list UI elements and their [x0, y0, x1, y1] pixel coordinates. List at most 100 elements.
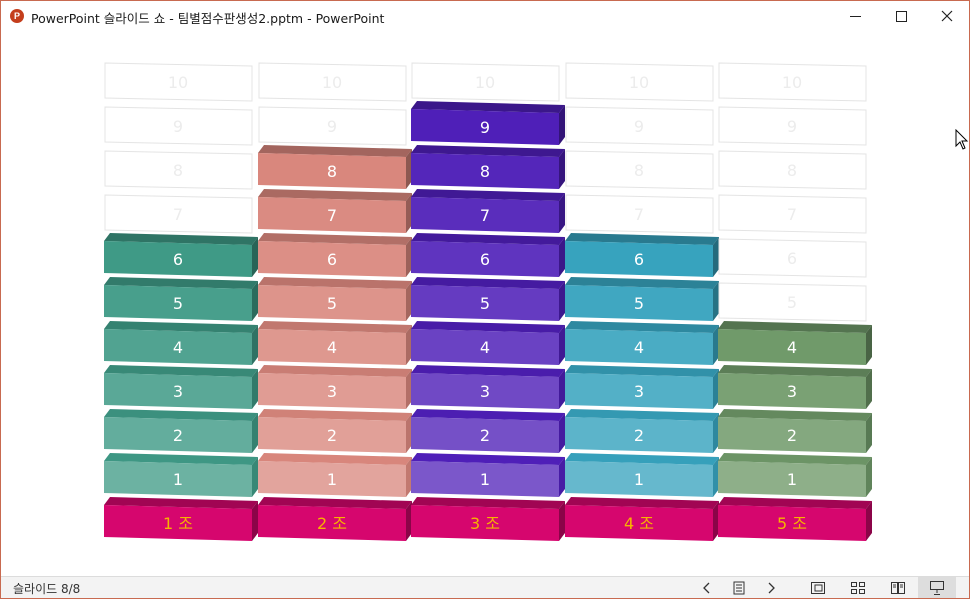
slide-indicator: 슬라이드 8/8 — [13, 582, 81, 596]
score-block: 9 — [411, 101, 565, 145]
minimize-icon — [849, 15, 861, 17]
mouse-pointer-icon — [955, 129, 969, 150]
empty-score-slot: 7 — [104, 194, 253, 234]
svg-text:6: 6 — [787, 249, 797, 268]
score-block: 6 — [411, 233, 565, 277]
score-block-label: 1 — [634, 470, 644, 489]
svg-text:7: 7 — [634, 205, 644, 224]
score-block: 5 — [104, 277, 258, 321]
slide-menu-icon — [733, 581, 745, 595]
score-block-label: 5 — [173, 294, 183, 313]
minimize-button[interactable] — [832, 1, 878, 31]
score-block-label: 6 — [173, 250, 183, 269]
score-block: 1 — [718, 453, 872, 497]
empty-score-slot: 9 — [258, 106, 407, 146]
score-block: 1 — [411, 453, 565, 497]
reading-view-button[interactable] — [884, 577, 912, 598]
reading-view-icon — [891, 582, 905, 594]
score-block-label: 4 — [634, 338, 644, 357]
next-slide-icon — [768, 582, 775, 594]
team-label-block-label: 2 조 — [317, 514, 347, 533]
score-block-label: 8 — [327, 162, 337, 181]
score-block-label: 1 — [327, 470, 337, 489]
title-bar[interactable]: P PowerPoint 슬라이드 쇼 - 팀별점수판생성2.pptm - Po… — [1, 1, 969, 31]
score-block: 1 — [258, 453, 412, 497]
status-bar: 슬라이드 8/8 — [1, 576, 969, 598]
svg-text:10: 10 — [168, 73, 188, 92]
empty-score-slot: 10 — [258, 62, 407, 102]
score-block-label: 6 — [480, 250, 490, 269]
score-block: 3 — [258, 365, 412, 409]
slide-sorter-button[interactable] — [844, 577, 872, 598]
svg-text:9: 9 — [173, 117, 183, 136]
score-block: 6 — [258, 233, 412, 277]
slideshow-button[interactable] — [918, 577, 956, 598]
score-block-label: 4 — [787, 338, 797, 357]
maximize-icon — [895, 10, 907, 22]
score-block: 2 — [411, 409, 565, 453]
score-block: 8 — [258, 145, 412, 189]
team-label-block-label: 5 조 — [777, 514, 807, 533]
powerpoint-window: P PowerPoint 슬라이드 쇼 - 팀별점수판생성2.pptm - Po… — [0, 0, 970, 599]
empty-score-slot: 10 — [411, 62, 560, 102]
score-block: 1 — [565, 453, 719, 497]
score-block-label: 7 — [480, 206, 490, 225]
svg-text:10: 10 — [782, 73, 802, 92]
score-block-label: 4 — [327, 338, 337, 357]
score-block: 4 — [104, 321, 258, 365]
empty-score-slot: 8 — [104, 150, 253, 190]
window-title: PowerPoint 슬라이드 쇼 - 팀별점수판생성2.pptm - Powe… — [31, 11, 385, 26]
empty-score-slot: 9 — [565, 106, 714, 146]
score-block-label: 1 — [480, 470, 490, 489]
score-block-label: 3 — [480, 382, 490, 401]
empty-score-slot: 8 — [565, 150, 714, 190]
score-block-label: 3 — [327, 382, 337, 401]
svg-text:5: 5 — [787, 293, 797, 312]
score-block: 4 — [411, 321, 565, 365]
slideshow-icon — [930, 581, 944, 595]
close-button[interactable] — [924, 1, 969, 31]
team-label-block: 4 조 — [565, 497, 719, 541]
maximize-button[interactable] — [878, 1, 924, 31]
score-block-label: 6 — [634, 250, 644, 269]
previous-slide-icon — [703, 582, 710, 594]
slide-canvas[interactable]: 7 8 9 10 1 2 3 4 5 6 1 조 9 10 1 2 3 4 5 6 7 8 2 조 10 1 2 3 4 5 6 7 8 9 3… — [1, 31, 969, 576]
score-block: 8 — [411, 145, 565, 189]
score-block: 2 — [565, 409, 719, 453]
score-block-label: 5 — [634, 294, 644, 313]
team-column-5: 5 6 7 8 9 10 1 2 3 4 5 조 — [718, 62, 872, 541]
score-block-label: 2 — [787, 426, 797, 445]
score-block: 3 — [718, 365, 872, 409]
score-block-label: 9 — [480, 118, 490, 137]
score-block-label: 2 — [327, 426, 337, 445]
score-block-label: 8 — [480, 162, 490, 181]
empty-score-slot: 10 — [565, 62, 714, 102]
score-block: 2 — [718, 409, 872, 453]
score-block-label: 2 — [634, 426, 644, 445]
team-column-3: 10 1 2 3 4 5 6 7 8 9 3 조 — [411, 62, 565, 541]
score-block: 7 — [411, 189, 565, 233]
next-slide-button[interactable] — [757, 577, 785, 598]
empty-score-slot: 8 — [718, 150, 867, 190]
normal-view-button[interactable] — [804, 577, 832, 598]
score-block: 4 — [258, 321, 412, 365]
scoreboard: 7 8 9 10 1 2 3 4 5 6 1 조 9 10 1 2 3 4 5 6 7 8 2 조 10 1 2 3 4 5 6 7 8 9 3… — [104, 62, 872, 541]
previous-slide-button[interactable] — [693, 577, 721, 598]
empty-score-slot: 10 — [718, 62, 867, 102]
score-block: 2 — [104, 409, 258, 453]
score-block: 5 — [565, 277, 719, 321]
normal-view-icon — [811, 582, 825, 594]
team-label-block: 2 조 — [258, 497, 412, 541]
score-block: 6 — [565, 233, 719, 277]
slide-menu-button[interactable] — [725, 577, 753, 598]
score-block: 7 — [258, 189, 412, 233]
score-block-label: 1 — [173, 470, 183, 489]
score-block: 4 — [565, 321, 719, 365]
team-label-block: 5 조 — [718, 497, 872, 541]
svg-text:9: 9 — [787, 117, 797, 136]
svg-text:7: 7 — [173, 205, 183, 224]
svg-text:9: 9 — [634, 117, 644, 136]
score-block-label: 2 — [173, 426, 183, 445]
score-block-label: 3 — [634, 382, 644, 401]
score-block: 6 — [104, 233, 258, 277]
